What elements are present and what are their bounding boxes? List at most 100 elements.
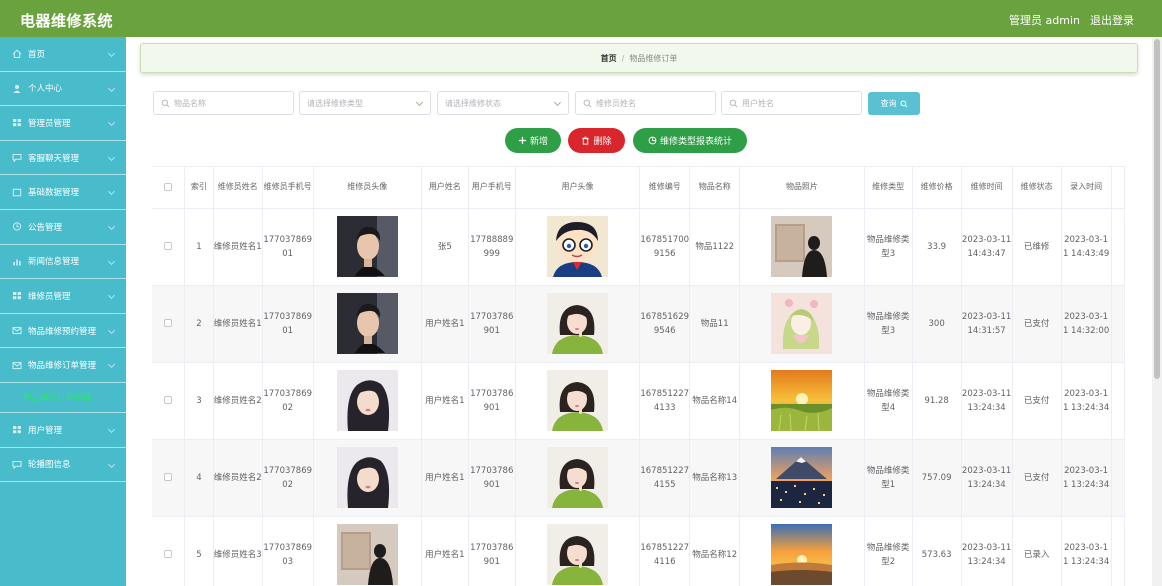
cell-order-no: 1678512274116 — [639, 516, 691, 586]
repairer-name-search-input[interactable]: 维修员姓名 — [575, 91, 716, 115]
sidebar-item-sidebar.items.9.label[interactable]: 物品维修订单管理 — [0, 348, 126, 383]
table-row[interactable]: 2 维修员姓名1 17703786901 用户姓名1 17703786901 167851… — [152, 285, 1125, 363]
cell-repairer-phone: 17703786901 — [262, 285, 314, 363]
girl-green-photo[interactable] — [546, 447, 608, 508]
column-header-repair-status: 维修状态 — [1012, 167, 1062, 209]
query-button[interactable]: 查询 — [868, 92, 920, 115]
woman-photo[interactable] — [336, 447, 398, 508]
cell-repair-time: 2023-03-11 13:24:34 — [961, 439, 1013, 517]
sidebar-item-sidebar.items.6.label[interactable]: 新闻信息管理 — [0, 245, 126, 280]
sidebar-item-label: 物品维修预约管理 — [28, 326, 97, 337]
column-header-order-no: 维修编号 — [639, 167, 691, 209]
row-checkbox[interactable] — [164, 242, 173, 250]
cell-repairer-avatar — [313, 439, 422, 517]
sidebar-item-sidebar.items_after.1.label[interactable]: 轮播图信息 — [0, 448, 126, 483]
man-back-photo[interactable] — [336, 524, 398, 585]
cell-repairer-name: 维修员姓名2 — [213, 439, 263, 517]
cell-user-name: 用户姓名1 — [421, 516, 469, 586]
table-row[interactable]: 5 维修员姓名3 17703786903 用户姓名1 17703786901 167851… — [152, 516, 1125, 586]
cell-user-avatar — [515, 439, 641, 517]
sidebar-item-sidebar.items.2.label[interactable]: 管理员管理 — [0, 106, 126, 141]
cell-item-photo — [739, 285, 865, 363]
table-row[interactable]: 4 维修员姓名2 17703786902 用户姓名1 17703786901 167851… — [152, 439, 1125, 517]
cell-user-phone: 17703786901 — [468, 362, 516, 440]
row-select-cell[interactable] — [152, 208, 186, 286]
girl-green-photo[interactable] — [546, 370, 608, 431]
cell-item-name: 物品名称14 — [689, 362, 741, 440]
cell-repairer-avatar — [313, 208, 422, 286]
sunset-sea-photo[interactable] — [771, 524, 833, 585]
delete-button[interactable]: 删除 — [568, 128, 625, 153]
user-name-search-input[interactable]: 用户姓名 — [721, 91, 862, 115]
sidebar-subitem-order-manage[interactable]: 物品维修订单管理 — [0, 383, 126, 413]
woman-photo[interactable] — [336, 370, 398, 431]
breadcrumb-current: 物品维修订单 — [629, 53, 678, 63]
man-photo[interactable] — [336, 293, 398, 354]
cartoon-boy-photo[interactable] — [546, 216, 608, 277]
row-select-cell[interactable] — [152, 285, 186, 363]
cell-item-name: 物品11 — [689, 285, 741, 363]
man-back-photo[interactable] — [771, 216, 833, 277]
repair-type-select[interactable]: 请选择维修类型 — [299, 91, 431, 115]
column-header-item-name: 物品名称 — [689, 167, 741, 209]
row-checkbox[interactable] — [164, 319, 173, 327]
cell-user-name: 用户姓名1 — [421, 285, 469, 363]
page-scrollbar[interactable] — [1152, 37, 1162, 586]
cell-entry-time: 2023-03-11 14:32:00 — [1061, 285, 1112, 363]
item-name-search-input[interactable]: 物品名称 — [153, 91, 294, 115]
chevron-down-icon — [107, 460, 116, 468]
sunset-field-photo[interactable] — [771, 370, 833, 431]
chevron-down-icon — [553, 98, 562, 107]
repair-status-select[interactable]: 请选择维修状态 — [437, 91, 569, 115]
pie-chart-icon — [648, 136, 657, 145]
sidebar-item-sidebar.items.8.label[interactable]: 物品维修预约管理 — [0, 314, 126, 349]
row-filler-cell — [1111, 439, 1125, 517]
man-photo[interactable] — [336, 216, 398, 277]
row-select-cell[interactable] — [152, 362, 186, 440]
cell-item-photo — [739, 516, 865, 586]
breadcrumb-home[interactable]: 首页 — [601, 53, 617, 64]
cell-item-name: 物品名称12 — [689, 516, 741, 586]
sidebar-item-sidebar.items_after.0.label[interactable]: 用户管理 — [0, 413, 126, 448]
add-button-label: 新增 — [529, 137, 548, 147]
girl-green-photo[interactable] — [546, 524, 608, 585]
city-mountain-photo[interactable] — [771, 447, 833, 508]
row-checkbox[interactable] — [164, 473, 173, 481]
app-title: 电器维修系统 — [20, 12, 114, 30]
sidebar-item-sidebar.items.4.label[interactable]: 基础数据管理 — [0, 175, 126, 210]
query-button-label: 查询 — [880, 99, 897, 108]
sidebar-item-label: 公告管理 — [28, 222, 63, 233]
girl-green-photo[interactable] — [546, 293, 608, 354]
cell-item-name: 物品名称13 — [689, 439, 741, 517]
sidebar-item-sidebar.items.7.label[interactable]: 维修员管理 — [0, 279, 126, 314]
plus-icon — [518, 136, 527, 145]
cell-repair-price: 33.9 — [912, 208, 962, 286]
cell-index: 2 — [184, 285, 214, 363]
admin-label: 管理员 admin — [1009, 14, 1080, 27]
anime-girl-photo[interactable] — [771, 293, 833, 354]
select-all-checkbox[interactable] — [164, 182, 173, 191]
sidebar-item-label: 轮播图信息 — [28, 460, 71, 471]
cell-repair-status: 已支付 — [1012, 285, 1062, 363]
row-checkbox[interactable] — [164, 550, 173, 558]
scrollbar-thumb[interactable] — [1154, 39, 1160, 379]
repair-type-stats-button[interactable]: 维修类型报表统计 — [633, 128, 747, 153]
sidebar-item-sidebar.items.0.label[interactable]: 首页 — [0, 37, 126, 72]
select-all-cell[interactable] — [152, 167, 186, 209]
row-checkbox[interactable] — [164, 396, 173, 404]
chevron-down-icon — [107, 222, 116, 231]
row-filler-cell — [1111, 208, 1125, 286]
sidebar-item-sidebar.items.1.label[interactable]: 个人中心 — [0, 72, 126, 107]
table-row[interactable]: 1 维修员姓名1 17703786901 张5 17788889999 167851700… — [152, 208, 1125, 286]
row-select-cell[interactable] — [152, 439, 186, 517]
chevron-down-icon — [107, 188, 116, 196]
cell-repairer-phone: 17703786901 — [262, 208, 314, 286]
add-button[interactable]: 新增 — [505, 128, 561, 153]
row-select-cell[interactable] — [152, 516, 186, 586]
table-row[interactable]: 3 维修员姓名2 17703786902 用户姓名1 17703786901 167851… — [152, 362, 1125, 440]
cell-repairer-name: 维修员姓名1 — [213, 208, 263, 286]
sidebar-item-sidebar.items.5.label[interactable]: 公告管理 — [0, 210, 126, 245]
sidebar-item-sidebar.items.3.label[interactable]: 客服聊天管理 — [0, 141, 126, 176]
cell-item-photo — [739, 439, 865, 517]
logout-link[interactable]: 退出登录 — [1090, 12, 1134, 28]
